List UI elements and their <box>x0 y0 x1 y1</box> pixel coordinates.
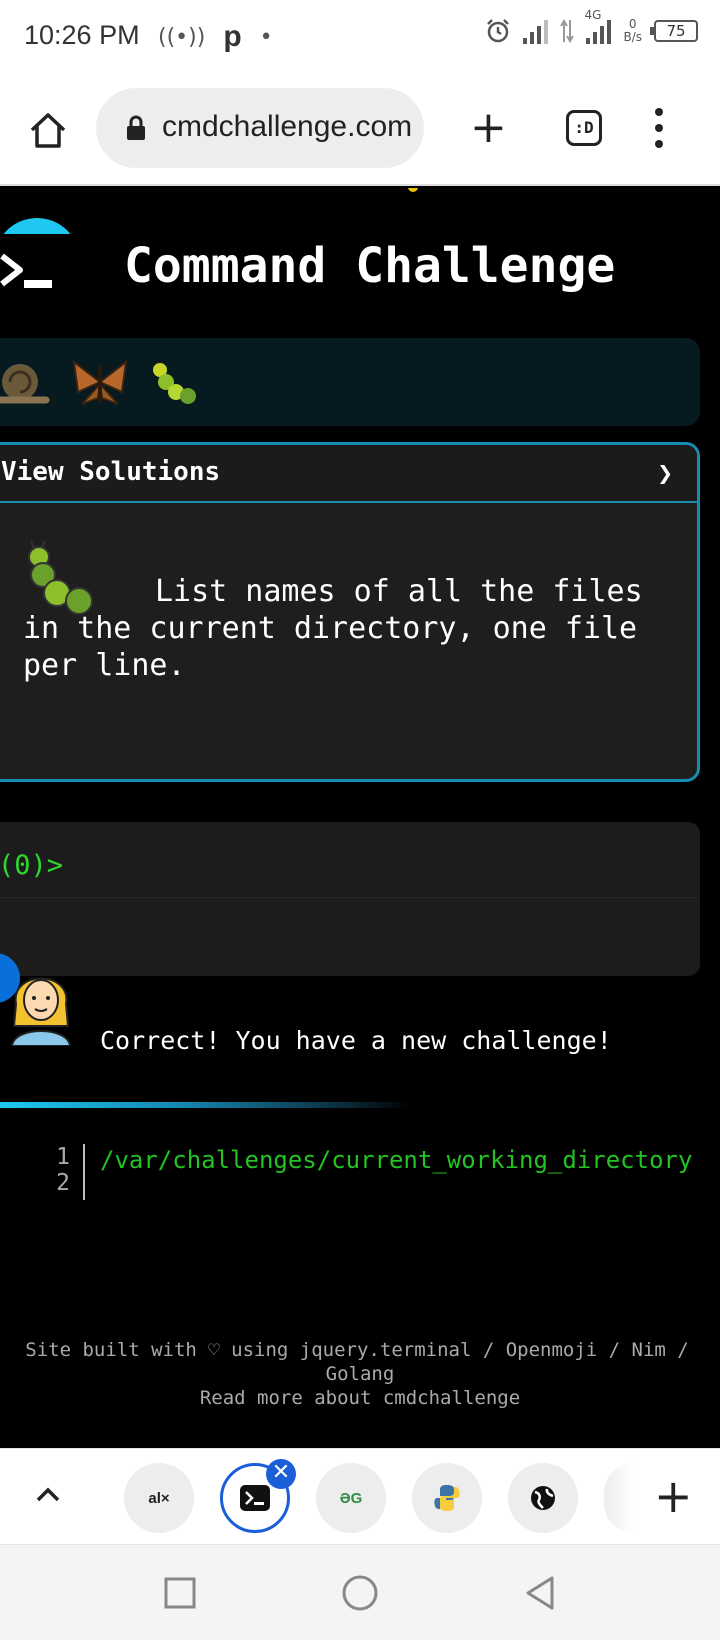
status-time: 10:26 PM <box>24 20 140 50</box>
home-icon[interactable] <box>26 108 70 152</box>
back-icon[interactable] <box>520 1573 560 1613</box>
tab-web[interactable] <box>508 1463 578 1533</box>
butterfly-icon[interactable] <box>68 352 132 412</box>
close-tab-icon[interactable]: ✕ <box>266 1459 296 1489</box>
alarm-icon <box>487 19 510 43</box>
tab-alx[interactable]: al× <box>124 1463 194 1533</box>
challenge-description: List names of all the files in the curre… <box>23 574 643 683</box>
line-number: 2 <box>56 1170 70 1196</box>
tab-switcher-icon[interactable]: :D <box>566 110 602 146</box>
view-solutions-label[interactable]: View Solutions <box>1 457 220 487</box>
tab-python[interactable] <box>412 1463 482 1533</box>
output-line: /var/challenges/current_working_director… <box>100 1146 693 1174</box>
line-number: 1 <box>56 1144 70 1170</box>
output-editor: 1 2 /var/challenges/current_working_dire… <box>0 1136 720 1236</box>
snail-icon[interactable] <box>0 352 50 412</box>
status-bar: 10:26 PM ((•)) p • 4G 0 B/s 75 <box>0 0 720 72</box>
recents-icon[interactable] <box>160 1573 200 1613</box>
site-footer: Site built with ♡ using jquery.terminal … <box>0 1338 720 1410</box>
system-nav-bar <box>0 1544 720 1640</box>
footer-read-more-link[interactable]: Read more about cmdchallenge <box>0 1386 720 1410</box>
python-favicon-icon <box>434 1485 460 1511</box>
dot-icon: • <box>259 24 273 50</box>
battery-icon: 75 <box>650 20 698 42</box>
network-type: 4G <box>584 8 602 22</box>
decorative-dot <box>408 188 418 192</box>
page-title: Command Challenge <box>124 238 616 294</box>
tab-overflow[interactable] <box>604 1463 634 1533</box>
footer-credits-cont[interactable]: Golang <box>0 1362 720 1386</box>
browser-toolbar: cmdchallenge.com + :D <box>0 72 720 186</box>
terminal-prompt: (0)> <box>0 850 64 881</box>
terminal-prompt-icon <box>0 253 52 288</box>
chevron-right-icon[interactable]: ❯ <box>657 459 673 489</box>
address-bar[interactable]: cmdchallenge.com <box>96 88 424 168</box>
signal-icon <box>523 18 549 44</box>
feedback-message: Correct! You have a new challenge! <box>100 1026 612 1055</box>
home-nav-icon[interactable] <box>340 1573 380 1613</box>
progress-bar <box>0 1102 410 1108</box>
web-page: Command Challenge View Solutions ❯ List … <box>0 188 720 1448</box>
app-notification-icon: p <box>223 20 242 53</box>
data-arrows-icon <box>560 19 575 43</box>
lock-icon <box>127 115 145 140</box>
woman-avatar-icon <box>10 977 72 1046</box>
tab-strip: al× ✕ ƏG + <box>0 1448 720 1544</box>
new-tab-icon[interactable]: + <box>470 106 507 150</box>
add-tab-icon[interactable]: + <box>654 1473 693 1519</box>
achievement-badges <box>0 338 700 426</box>
hotspot-icon: ((•)) <box>158 24 206 50</box>
net-speed: 0 B/s <box>623 17 642 44</box>
tab-geeksforgeeks[interactable]: ƏG <box>316 1463 386 1533</box>
footer-credits[interactable]: Site built with ♡ using jquery.terminal … <box>0 1338 720 1362</box>
terminal-favicon-icon <box>240 1485 270 1511</box>
overflow-menu-icon[interactable] <box>655 108 663 152</box>
url-text[interactable]: cmdchallenge.com <box>162 110 412 144</box>
chevron-up-icon[interactable] <box>34 1481 62 1509</box>
terminal-input[interactable]: (0)> <box>0 822 700 976</box>
challenge-card: View Solutions ❯ List names of all the f… <box>0 442 700 782</box>
globe-icon <box>531 1486 555 1510</box>
view-solutions-header[interactable]: View Solutions ❯ <box>0 445 697 503</box>
caterpillar-icon[interactable] <box>150 358 200 410</box>
